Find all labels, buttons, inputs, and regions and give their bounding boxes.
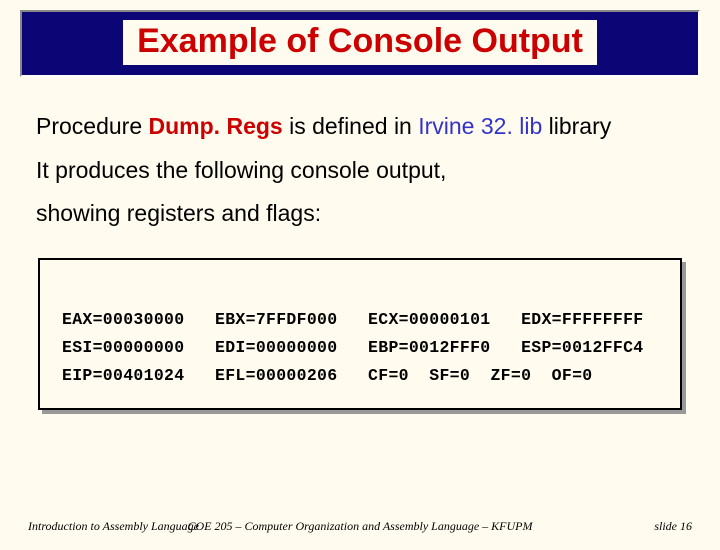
slide-title: Example of Console Output xyxy=(123,20,597,65)
slide-body: Procedure Dump. Regs is defined in Irvin… xyxy=(0,77,720,410)
console-row-3: EIP=00401024 EFL=00000206 CF=0 SF=0 ZF=0… xyxy=(62,366,592,385)
procedure-name: Dump. Regs xyxy=(149,113,283,139)
slide-footer: Introduction to Assembly Language COE 20… xyxy=(0,519,720,534)
text-procedure: Procedure xyxy=(36,113,149,139)
text-library: library xyxy=(542,113,611,139)
console-row-1: EAX=00030000 EBX=7FFDF000 ECX=00000101 E… xyxy=(62,310,644,329)
body-line-3: showing registers and flags: xyxy=(36,192,684,236)
text-isdef: is defined in xyxy=(283,113,419,139)
console-row-2: ESI=00000000 EDI=00000000 EBP=0012FFF0 E… xyxy=(62,338,644,357)
library-name: Irvine 32. lib xyxy=(418,113,542,139)
footer-left: Introduction to Assembly Language xyxy=(28,519,199,534)
body-line-1: Procedure Dump. Regs is defined in Irvin… xyxy=(36,105,684,149)
footer-right: slide 16 xyxy=(654,519,692,534)
console-output-box: EAX=00030000 EBX=7FFDF000 ECX=00000101 E… xyxy=(38,258,682,410)
footer-center: COE 205 – Computer Organization and Asse… xyxy=(188,519,533,534)
title-bar: Example of Console Output xyxy=(20,10,700,77)
body-line-2: It produces the following console output… xyxy=(36,149,684,193)
